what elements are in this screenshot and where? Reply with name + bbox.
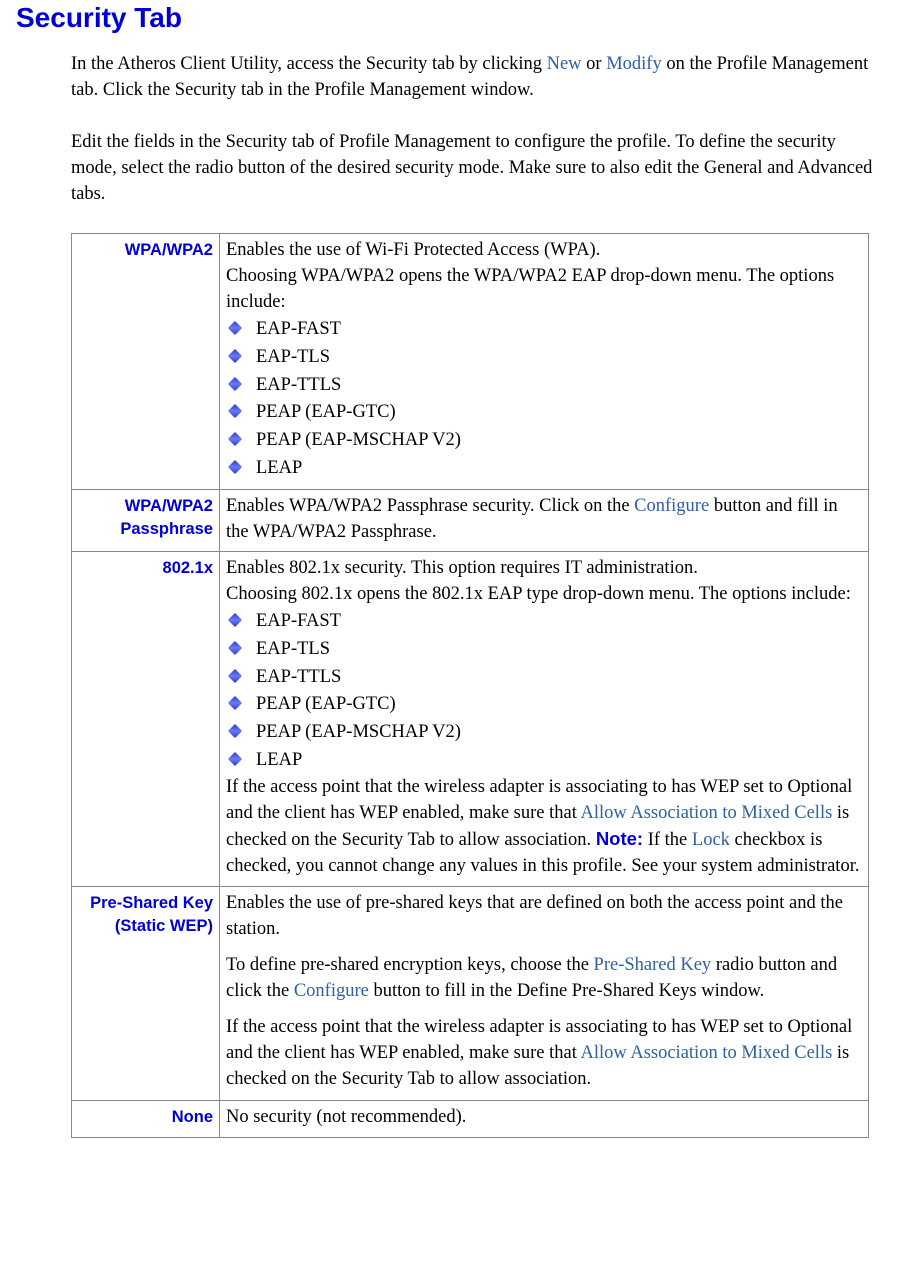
row-psk: Pre-Shared Key (Static WEP) Enables the … (72, 887, 869, 1101)
link-allow-mixed-cells[interactable]: Allow Association to Mixed Cells (580, 1043, 832, 1063)
list-item: EAP-FAST (228, 608, 862, 636)
list-item: PEAP (EAP-MSCHAP V2) (228, 719, 862, 747)
8021x-options-list: EAP-FAST EAP-TLS EAP-TTLS PEAP (EAP-GTC)… (226, 608, 862, 775)
text: No security (not recommended). (226, 1107, 466, 1127)
cell-psk: Enables the use of pre-shared keys that … (220, 887, 869, 1101)
list-item: EAP-TLS (228, 344, 862, 372)
link-configure[interactable]: Configure (634, 496, 709, 516)
cell-wpa-passphrase: Enables WPA/WPA2 Passphrase security. Cl… (220, 489, 869, 552)
text: Choosing WPA/WPA2 opens the WPA/WPA2 EAP… (226, 266, 834, 312)
cell-8021x: Enables 802.1x security. This option req… (220, 552, 869, 887)
link-configure[interactable]: Configure (294, 981, 369, 1001)
text: In the Atheros Client Utility, access th… (71, 54, 547, 74)
intro-paragraph-1: In the Atheros Client Utility, access th… (71, 52, 874, 104)
text: Enables WPA/WPA2 Passphrase security. Cl… (226, 496, 634, 516)
list-item: LEAP (228, 747, 862, 775)
link-lock[interactable]: Lock (692, 830, 730, 850)
list-item: EAP-TTLS (228, 664, 862, 692)
text: button to fill in the Define Pre-Shared … (369, 981, 764, 1001)
cell-wpa: Enables the use of Wi-Fi Protected Acces… (220, 234, 869, 489)
list-item: PEAP (EAP-MSCHAP V2) (228, 427, 862, 455)
text-paragraph: If the access point that the wireless ad… (226, 1015, 862, 1093)
note-label: Note: (596, 828, 643, 849)
list-item: PEAP (EAP-GTC) (228, 691, 862, 719)
list-item: LEAP (228, 455, 862, 483)
list-item: EAP-TTLS (228, 372, 862, 400)
text-paragraph: To define pre-shared encryption keys, ch… (226, 953, 862, 1005)
text: If the (643, 830, 692, 850)
list-item: EAP-TLS (228, 636, 862, 664)
text: Enables 802.1x security. This option req… (226, 558, 698, 578)
label-wpa-passphrase: WPA/WPA2 Passphrase (72, 489, 220, 552)
text: or (582, 54, 607, 74)
link-new[interactable]: New (547, 54, 582, 74)
row-wpa: WPA/WPA2 Enables the use of Wi-Fi Protec… (72, 234, 869, 489)
cell-none: No security (not recommended). (220, 1101, 869, 1138)
wpa-options-list: EAP-FAST EAP-TLS EAP-TTLS PEAP (EAP-GTC)… (226, 316, 862, 483)
intro-paragraph-2: Edit the fields in the Security tab of P… (71, 130, 874, 208)
label-none: None (72, 1101, 220, 1138)
label-8021x: 802.1x (72, 552, 220, 887)
list-item: PEAP (EAP-GTC) (228, 399, 862, 427)
text: To define pre-shared encryption keys, ch… (226, 955, 594, 975)
text: Enables the use of pre-shared keys that … (226, 891, 862, 943)
text: Choosing 802.1x opens the 802.1x EAP typ… (226, 584, 851, 604)
link-pre-shared-key[interactable]: Pre-Shared Key (594, 955, 712, 975)
intro-block: In the Atheros Client Utility, access th… (71, 52, 874, 207)
row-none: None No security (not recommended). (72, 1101, 869, 1138)
label-wpa: WPA/WPA2 (72, 234, 220, 489)
text: Enables the use of Wi-Fi Protected Acces… (226, 240, 600, 260)
page-title: Security Tab (16, 2, 892, 34)
row-8021x: 802.1x Enables 802.1x security. This opt… (72, 552, 869, 887)
link-allow-mixed-cells[interactable]: Allow Association to Mixed Cells (580, 803, 832, 823)
security-table: WPA/WPA2 Enables the use of Wi-Fi Protec… (71, 233, 869, 1138)
link-modify[interactable]: Modify (606, 54, 662, 74)
label-psk: Pre-Shared Key (Static WEP) (72, 887, 220, 1101)
row-wpa-passphrase: WPA/WPA2 Passphrase Enables WPA/WPA2 Pas… (72, 489, 869, 552)
list-item: EAP-FAST (228, 316, 862, 344)
